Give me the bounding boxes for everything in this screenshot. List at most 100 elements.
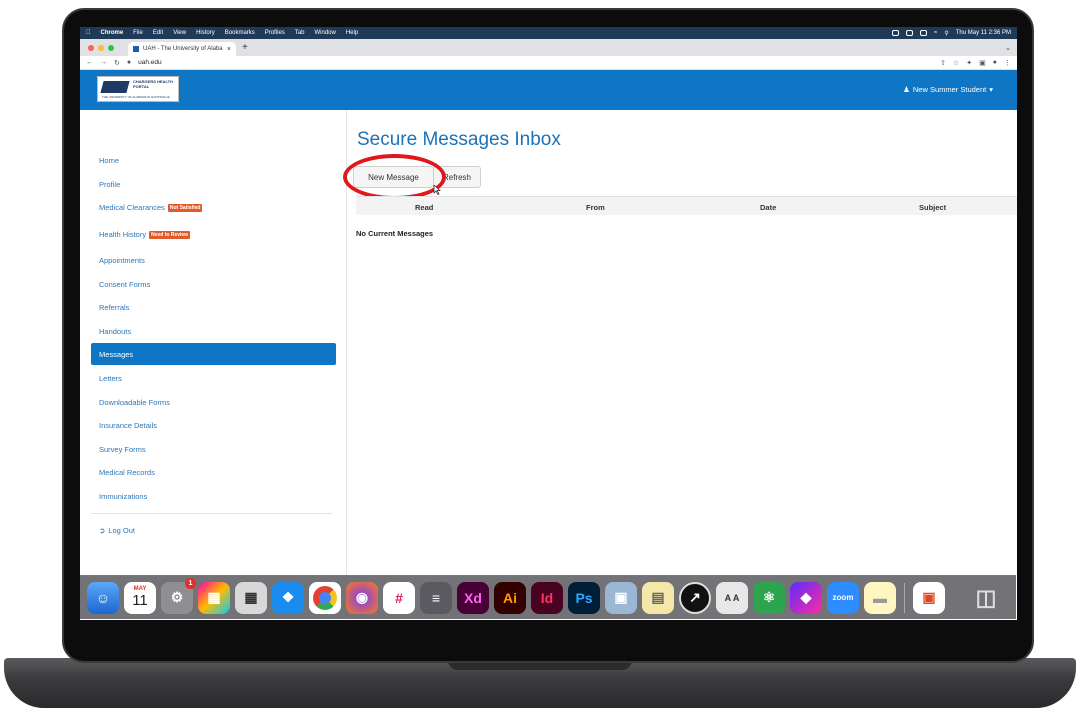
url-field[interactable]: uah.edu bbox=[138, 59, 162, 66]
logout-link[interactable]: ➲ Log Out bbox=[99, 526, 135, 535]
sidebar-item-health-history[interactable]: Health History Need to Review bbox=[99, 230, 191, 239]
adobe-photoshop-icon[interactable]: Ps bbox=[568, 581, 600, 614]
apple-icon[interactable]:  bbox=[86, 30, 91, 36]
clock[interactable]: Thu May 11 2:36 PM bbox=[956, 30, 1011, 36]
safari-icon[interactable]: ❖ bbox=[272, 581, 304, 614]
firefox-icon[interactable]: ◉ bbox=[346, 581, 378, 614]
speedtest-icon[interactable]: ↗ bbox=[679, 581, 711, 614]
sidebar-item-survey-forms[interactable]: Survey Forms bbox=[99, 445, 146, 454]
notes-icon[interactable]: ▬ bbox=[864, 581, 896, 614]
status-badge: Need to Review bbox=[149, 230, 191, 239]
status-icon[interactable] bbox=[892, 30, 900, 36]
share-icon[interactable]: ⇧ bbox=[940, 59, 946, 67]
sidebar-item-home[interactable]: Home bbox=[99, 156, 119, 165]
zoom-icon[interactable]: zoom bbox=[827, 581, 859, 614]
sidebar-item-appointments[interactable]: Appointments bbox=[99, 256, 145, 265]
sidebar-item-letters[interactable]: Letters bbox=[99, 374, 122, 383]
menu-history[interactable]: History bbox=[196, 30, 215, 36]
sidebar-item-handouts[interactable]: Handouts bbox=[99, 327, 131, 336]
atom-icon[interactable]: ⚛ bbox=[753, 581, 785, 614]
menu-window[interactable]: Window bbox=[314, 30, 335, 36]
close-tab-icon[interactable]: × bbox=[227, 46, 231, 53]
sidebar-divider bbox=[91, 513, 332, 514]
minimize-window-icon[interactable] bbox=[98, 44, 104, 51]
menu-tab[interactable]: Tab bbox=[295, 30, 305, 36]
sidebar-item-medical-clearances[interactable]: Medical Clearances Not Satisfied bbox=[99, 203, 203, 212]
sidebar-item-profile[interactable]: Profile bbox=[99, 180, 120, 189]
chevron-down-icon[interactable]: ⌄ bbox=[1005, 44, 1011, 52]
sidebar-item-referrals[interactable]: Referrals bbox=[99, 303, 129, 312]
trash-icon[interactable]: ◫ bbox=[970, 582, 1002, 614]
empty-state-text: No Current Messages bbox=[356, 229, 434, 238]
user-menu[interactable]: ♟ New Summer Student ▾ bbox=[903, 85, 993, 94]
screen:  Chrome File Edit View History Bookmark… bbox=[80, 27, 1017, 620]
zoom-window-icon[interactable] bbox=[108, 44, 114, 51]
more-menu-icon[interactable]: ⋮ bbox=[1004, 59, 1011, 67]
sidebar-item-label: Health History bbox=[99, 230, 147, 239]
sidebar-item-medical-records[interactable]: Medical Records bbox=[99, 468, 155, 477]
wifi-icon[interactable]: ≈ bbox=[934, 30, 937, 36]
column-header-date[interactable]: Date bbox=[760, 203, 776, 212]
menu-bookmarks[interactable]: Bookmarks bbox=[225, 30, 255, 36]
extensions-icon[interactable]: ✦ bbox=[966, 59, 972, 67]
sidebar-item-label: Profile bbox=[99, 180, 121, 189]
profile-avatar-icon[interactable]: ● bbox=[993, 59, 997, 66]
design-app-icon[interactable]: ◆ bbox=[790, 581, 822, 614]
forward-icon[interactable]: → bbox=[100, 59, 107, 66]
portal-logo[interactable]: CHARGERS HEALTH PORTAL THE UNIVERSITY OF… bbox=[97, 76, 179, 102]
column-header-subject[interactable]: Subject bbox=[919, 203, 946, 212]
sidebar-item-immunizations[interactable]: Immunizations bbox=[99, 492, 147, 501]
menu-view[interactable]: View bbox=[173, 30, 186, 36]
logo-subtitle: THE UNIVERSITY OF ALABAMA IN HUNTSVILLE bbox=[102, 95, 170, 99]
menu-app-name[interactable]: Chrome bbox=[101, 30, 124, 36]
sidebar-item-messages[interactable]: Messages bbox=[91, 343, 336, 365]
column-header-read[interactable]: Read bbox=[415, 203, 433, 212]
adobe-xd-icon[interactable]: Xd bbox=[457, 581, 489, 614]
launchpad-icon[interactable]: ▦ bbox=[198, 581, 230, 614]
font-book-icon[interactable]: A A bbox=[716, 581, 748, 614]
menu-help[interactable]: Help bbox=[346, 30, 358, 36]
menu-profiles[interactable]: Profiles bbox=[265, 30, 285, 36]
user-icon: ♟ bbox=[903, 85, 910, 94]
favicon-icon bbox=[133, 46, 139, 52]
menu-file[interactable]: File bbox=[133, 30, 143, 36]
dock: ☺ MAY 11 ⚙ 1 ▦ ▦ ❖ ◉ # ≡ Xd Ai Id Ps ▣ ▤… bbox=[80, 575, 1016, 619]
notification-badge: 1 bbox=[185, 577, 196, 589]
column-header-from[interactable]: From bbox=[586, 203, 605, 212]
sidebar-item-insurance-details[interactable]: Insurance Details bbox=[99, 421, 157, 430]
preview-icon[interactable]: ▣ bbox=[605, 581, 637, 614]
back-icon[interactable]: ← bbox=[86, 59, 93, 66]
calculator-icon[interactable]: ▦ bbox=[235, 581, 267, 614]
menu-edit[interactable]: Edit bbox=[153, 30, 163, 36]
new-tab-button[interactable]: + bbox=[242, 42, 248, 53]
sidebar-item-label: Insurance Details bbox=[99, 421, 157, 430]
sidebar-item-consent-forms[interactable]: Consent Forms bbox=[99, 280, 150, 289]
finder-icon[interactable]: ☺ bbox=[87, 581, 119, 614]
dock-separator bbox=[904, 582, 905, 613]
sidebar-item-label: Downloadable Forms bbox=[99, 398, 170, 407]
calendar-icon[interactable]: MAY 11 bbox=[124, 581, 156, 614]
notes-stack-icon[interactable]: ▤ bbox=[642, 581, 674, 614]
adobe-indesign-icon[interactable]: Id bbox=[531, 581, 563, 614]
adobe-illustrator-icon[interactable]: Ai bbox=[494, 581, 526, 614]
calendar-day: 11 bbox=[132, 592, 148, 609]
browser-tab-strip: UAH - The University of Alaba × + ⌄ bbox=[80, 39, 1017, 56]
battery-icon[interactable] bbox=[920, 30, 928, 36]
close-window-icon[interactable] bbox=[88, 44, 94, 51]
sidebar-item-downloadable-forms[interactable]: Downloadable Forms bbox=[99, 398, 170, 407]
sidebar-item-label: Letters bbox=[99, 374, 122, 383]
recent-app-icon[interactable]: ▣ bbox=[913, 581, 945, 614]
window-controls bbox=[80, 44, 122, 51]
tab-title: UAH - The University of Alaba bbox=[143, 46, 223, 52]
chrome-icon[interactable] bbox=[309, 581, 341, 614]
bookmark-star-icon[interactable]: ☆ bbox=[953, 59, 959, 67]
logo-title: CHARGERS HEALTH PORTAL bbox=[133, 79, 173, 89]
mixer-icon[interactable]: ≡ bbox=[420, 581, 452, 614]
reload-icon[interactable]: ↻ bbox=[114, 59, 120, 67]
system-settings-icon[interactable]: ⚙ 1 bbox=[161, 577, 196, 614]
slack-icon[interactable]: # bbox=[383, 581, 415, 614]
search-icon[interactable]: ⚲ bbox=[944, 30, 948, 37]
browser-tab[interactable]: UAH - The University of Alaba × bbox=[128, 42, 236, 56]
status-icon[interactable] bbox=[906, 30, 914, 36]
sidepanel-icon[interactable]: ▣ bbox=[979, 59, 986, 67]
